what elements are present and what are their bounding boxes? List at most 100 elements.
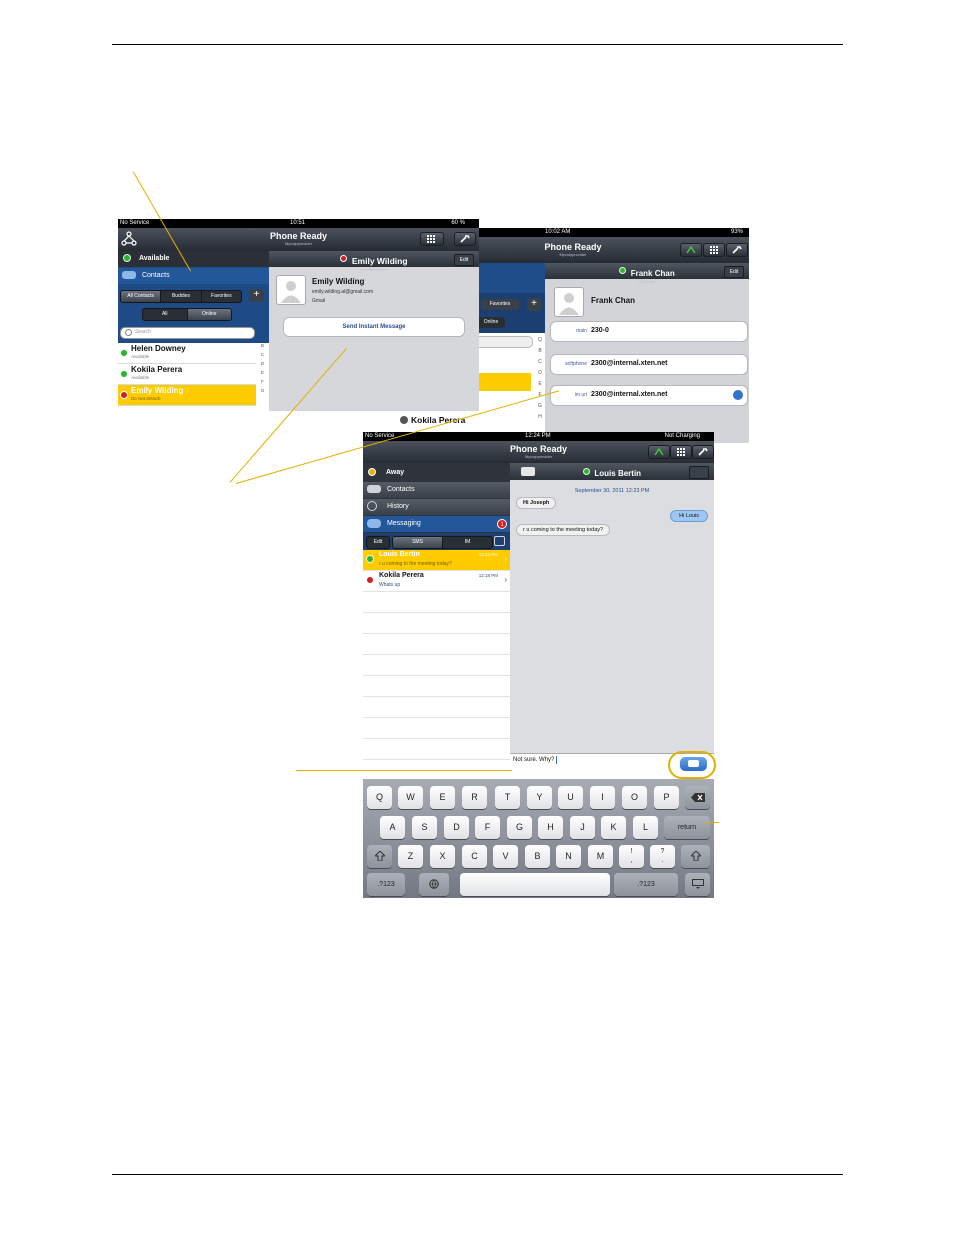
key-j[interactable]: J: [570, 816, 595, 839]
presence-row[interactable]: Away: [363, 465, 510, 481]
status-time: 10:51: [290, 220, 306, 226]
settings-button[interactable]: [726, 243, 748, 257]
send-instant-message-button[interactable]: Send Instant Message: [283, 317, 465, 337]
contact-row-selected[interactable]: Emily Wilding Do Not Disturb: [118, 385, 256, 406]
key-k[interactable]: K: [601, 816, 626, 839]
do-not-disturb-icon: [340, 255, 348, 263]
space-key[interactable]: [460, 873, 610, 896]
edit-button[interactable]: Edit: [454, 254, 474, 266]
message-bubble-received: Hi Joseph: [516, 497, 557, 509]
key-l[interactable]: L: [633, 816, 658, 839]
tab-sms[interactable]: SMS: [393, 537, 442, 548]
numbers-key-left[interactable]: .?123: [367, 873, 405, 896]
field-im-uri[interactable]: im uri 2300@internal.xten.net: [550, 385, 748, 406]
nav-history[interactable]: History: [363, 499, 510, 515]
callout-line-return: [706, 822, 719, 824]
hide-keyboard-key[interactable]: [685, 873, 710, 896]
dialpad-button[interactable]: [420, 232, 444, 246]
message-input[interactable]: Not sure. Why?: [513, 757, 554, 763]
send-button-highlight: [668, 751, 716, 779]
add-contact-button[interactable]: +: [249, 289, 264, 302]
key-m[interactable]: M: [588, 845, 613, 868]
nav-contacts[interactable]: Contacts: [118, 268, 269, 284]
presence-row[interactable]: Available: [118, 251, 269, 267]
toggle-online[interactable]: Online: [186, 309, 231, 320]
contact-row[interactable]: Kokila Perera Available: [118, 364, 256, 385]
tab-all-contacts[interactable]: All Contacts: [121, 291, 161, 302]
chevron-right-icon[interactable]: [733, 390, 743, 400]
key-u[interactable]: U: [558, 786, 583, 809]
key-f[interactable]: F: [475, 816, 500, 839]
chat-options-button[interactable]: [689, 466, 709, 479]
conversation-row-selected[interactable]: Louis Bertin 12:23 PM r u coming to the …: [363, 550, 510, 570]
settings-button[interactable]: [692, 445, 714, 459]
contact-status: Available: [131, 354, 150, 359]
tab-buddies[interactable]: Buddies: [160, 291, 200, 302]
globe-key[interactable]: [419, 873, 449, 896]
tab-favorites[interactable]: Favorites: [200, 291, 241, 302]
edit-button-wrap: Edit: [366, 536, 390, 549]
contact-filter-tabs[interactable]: All Contacts Buddies Favorites: [120, 290, 242, 303]
key-y[interactable]: Y: [527, 786, 552, 809]
key-z[interactable]: Z: [398, 845, 423, 868]
key-c[interactable]: C: [462, 845, 487, 868]
key-w[interactable]: W: [398, 786, 423, 809]
key-g[interactable]: G: [507, 816, 532, 839]
nav-messaging[interactable]: Messaging 1: [363, 516, 510, 532]
key-e[interactable]: E: [430, 786, 455, 809]
online-toggle[interactable]: All Online: [142, 308, 232, 321]
key-n[interactable]: N: [556, 845, 581, 868]
tab-im[interactable]: IM: [442, 537, 492, 548]
key-exclaim-comma[interactable]: ! ,: [619, 845, 644, 868]
key-h[interactable]: H: [538, 816, 563, 839]
key-t[interactable]: T: [495, 786, 520, 809]
field-softphone[interactable]: softphone 2300@internal.xten.net: [550, 354, 748, 375]
status-battery: 93%: [730, 229, 743, 235]
screen-contact-detail-emily: No Service 10:51 60 % Phone Ready Myvoip…: [118, 219, 479, 411]
available-icon: [619, 267, 627, 275]
settings-button[interactable]: [454, 232, 476, 246]
numbers-key-right[interactable]: .?123: [614, 873, 678, 896]
key-question-period[interactable]: ? .: [650, 845, 675, 868]
key-s[interactable]: S: [412, 816, 437, 839]
key-x[interactable]: X: [430, 845, 455, 868]
edit-button[interactable]: Edit: [367, 537, 389, 548]
person-icon: [281, 281, 301, 303]
key-a[interactable]: A: [380, 816, 405, 839]
conversation-row[interactable]: Kokila Perera 12:18 PM Whats up ›: [363, 571, 510, 590]
phone-status-button[interactable]: [680, 243, 702, 257]
chevron-right-icon: ›: [504, 575, 507, 584]
key-p[interactable]: P: [654, 786, 679, 809]
chat-header: Louis Bertin: [510, 463, 714, 480]
add-contact-button[interactable]: +: [527, 298, 541, 311]
edit-button[interactable]: Edit: [724, 266, 744, 278]
key-o[interactable]: O: [622, 786, 647, 809]
key-b[interactable]: B: [525, 845, 550, 868]
phone-status-button[interactable]: [648, 445, 670, 459]
toggle-all[interactable]: All: [143, 309, 187, 320]
shift-key-left[interactable]: [367, 845, 392, 868]
signal-icon: [654, 448, 664, 456]
status-time: 12:24 PM: [525, 433, 551, 439]
key-i[interactable]: I: [590, 786, 615, 809]
dialpad-button[interactable]: [703, 243, 725, 257]
compose-icon[interactable]: [494, 536, 505, 546]
field-main[interactable]: main 230-0: [550, 321, 748, 342]
message-type-tabs[interactable]: SMS IM: [392, 536, 493, 549]
chevron-right-icon: ›: [504, 554, 507, 563]
favorites-tab[interactable]: Favorites: [481, 299, 519, 310]
return-key[interactable]: return: [664, 816, 710, 839]
key-d[interactable]: D: [444, 816, 469, 839]
nav-contacts[interactable]: Contacts: [363, 482, 510, 498]
shift-key-right[interactable]: [681, 845, 710, 868]
key-r[interactable]: R: [462, 786, 487, 809]
search-input[interactable]: Search: [120, 327, 255, 339]
online-filter[interactable]: Online: [477, 317, 505, 328]
dialpad-button[interactable]: [670, 445, 692, 459]
contacts-icon: [122, 271, 136, 280]
key-v[interactable]: V: [493, 845, 518, 868]
backspace-key[interactable]: [685, 786, 710, 809]
keypad-icon[interactable]: [521, 467, 535, 476]
key-q[interactable]: Q: [367, 786, 392, 809]
contact-row[interactable]: Helen Downey Available: [118, 343, 256, 364]
